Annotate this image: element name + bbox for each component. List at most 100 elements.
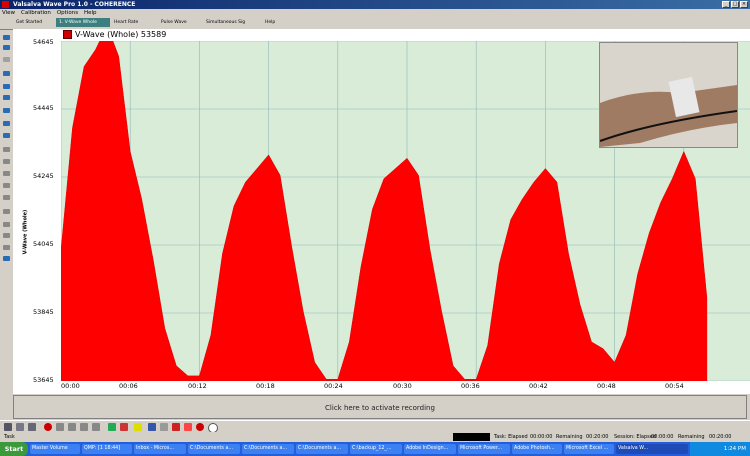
channel-color-icon[interactable]: [63, 30, 72, 39]
tool-icon-5[interactable]: [3, 84, 10, 89]
tool-icon-19[interactable]: [3, 256, 10, 261]
speaker-icon[interactable]: [3, 195, 10, 200]
activate-recording-button[interactable]: Click here to activate recording: [13, 395, 747, 419]
x-tick-label: 00:48: [597, 382, 616, 390]
stop-icon[interactable]: [80, 423, 88, 431]
session-elapsed-label: Session: Elapsed: [614, 434, 656, 440]
menu-options[interactable]: Options: [55, 9, 80, 17]
menu-view[interactable]: View: [0, 9, 17, 17]
x-tick-label: 00:06: [119, 382, 138, 390]
open-icon[interactable]: [16, 423, 24, 431]
tool-icon-15[interactable]: [3, 209, 10, 214]
close-button[interactable]: ×: [740, 1, 748, 8]
start-button[interactable]: Start: [0, 442, 28, 456]
save-icon[interactable]: [4, 423, 12, 431]
finger-sensor-photo: [599, 42, 738, 148]
tab-help[interactable]: Help: [262, 18, 278, 27]
rewind-icon[interactable]: [56, 423, 64, 431]
tool-icon-17[interactable]: [3, 233, 10, 238]
task-elapsed-value: 00:00:00: [530, 434, 553, 440]
menu-bar: View Calibration Options Help: [0, 9, 750, 17]
taskbar-item[interactable]: Microsoft Excel ...: [564, 444, 614, 454]
task-elapsed-label: Task: Elapsed: [494, 434, 528, 440]
session-remaining-label: Remaining: [678, 434, 705, 440]
x-tick-label: 00:30: [393, 382, 412, 390]
tool-icon-f[interactable]: [184, 423, 192, 431]
tool-icon-c[interactable]: [148, 423, 156, 431]
y-tick-label: 54245: [33, 172, 54, 180]
app-icon: [2, 1, 9, 8]
help-icon[interactable]: [134, 423, 142, 431]
left-toolbar: [0, 29, 13, 269]
chart-title: V-Wave (Whole) 53589: [63, 30, 166, 40]
status-task: Task: [4, 434, 15, 440]
chart-panel: V-Wave (Whole) 53589 V-Wave (Whole) 5464…: [13, 29, 750, 394]
taskbar-item-active[interactable]: Valsalva W...: [616, 444, 688, 454]
play-icon[interactable]: [68, 423, 76, 431]
menu-help[interactable]: Help: [82, 9, 99, 17]
progress-box: [453, 433, 490, 441]
tool-icon-b[interactable]: [120, 423, 128, 431]
x-tick-label: 00:24: [324, 382, 343, 390]
record-icon[interactable]: [44, 423, 52, 431]
tool-icon-a[interactable]: [108, 423, 116, 431]
taskbar-item[interactable]: Inbox - Micros...: [134, 444, 186, 454]
taskbar-item[interactable]: C:\Documents a...: [296, 444, 348, 454]
tool-icon-d[interactable]: [160, 423, 168, 431]
tray-clock: 1:24 PM: [723, 446, 746, 452]
tab-get-started[interactable]: Get Started: [13, 18, 45, 27]
tool-icon-8[interactable]: [3, 121, 10, 126]
forward-icon[interactable]: [92, 423, 100, 431]
tool-icon-e[interactable]: [172, 423, 180, 431]
taskbar-item[interactable]: Adobe InDesign...: [404, 444, 456, 454]
taskbar: Start Master Volume QMP: [1 18:44] Inbox…: [0, 442, 750, 456]
system-tray: 1:24 PM: [690, 442, 750, 456]
tool-icon-16[interactable]: [3, 222, 10, 227]
x-tick-label: 00:36: [461, 382, 480, 390]
minimize-button[interactable]: _: [722, 1, 730, 8]
maximize-button[interactable]: □: [731, 1, 739, 8]
y-tick-label: 54045: [33, 240, 54, 248]
task-remaining-label: Remaining: [556, 434, 583, 440]
title-bar: Valsalva Wave Pro 1.0 - COHERENCE _ □ ×: [0, 0, 750, 9]
tool-icon-9[interactable]: [3, 133, 10, 138]
tool-icon-3[interactable]: [3, 57, 10, 62]
tab-simultaneous-sig[interactable]: Simultaneous Sig: [203, 18, 248, 27]
y-tick-label: 53645: [33, 376, 54, 384]
session-remaining-value: 00:20:00: [709, 434, 732, 440]
tool-icon-6[interactable]: [3, 95, 10, 100]
taskbar-item[interactable]: C:\Documents a...: [188, 444, 240, 454]
taskbar-item[interactable]: Adobe Photosh...: [512, 444, 562, 454]
taskbar-item[interactable]: Master Volume: [30, 444, 80, 454]
taskbar-item[interactable]: C:\Documents a...: [242, 444, 294, 454]
x-tick-label: 00:54: [665, 382, 684, 390]
window-title: Valsalva Wave Pro 1.0 - COHERENCE: [13, 1, 136, 8]
status-bar: Task Task: Elapsed 00:00:00 Remaining 00…: [0, 432, 750, 442]
tool-icon-13[interactable]: [3, 183, 10, 188]
tool-icon-7[interactable]: [3, 108, 10, 113]
grid-icon[interactable]: [3, 245, 10, 250]
x-tick-label: 00:18: [256, 382, 275, 390]
tool-icon-10[interactable]: [3, 147, 10, 152]
menu-calibration[interactable]: Calibration: [19, 9, 53, 17]
y-tick-label: 54645: [33, 38, 54, 46]
y-tick-label: 54445: [33, 104, 54, 112]
print-icon[interactable]: [28, 423, 36, 431]
y-axis-label: V-Wave (Whole): [22, 209, 29, 255]
taskbar-item[interactable]: Microsoft Power...: [458, 444, 510, 454]
tab-pulse-wave[interactable]: Pulse Wave: [158, 18, 190, 27]
taskbar-item[interactable]: QMP: [1 18:44]: [82, 444, 132, 454]
tab-v-wave-whole[interactable]: 1. V-Wave Whole: [56, 18, 110, 27]
tool-icon-2[interactable]: [3, 45, 10, 50]
alarm-icon[interactable]: [196, 423, 204, 431]
tool-icon-12[interactable]: [3, 171, 10, 176]
tool-icon-1[interactable]: [3, 35, 10, 40]
taskbar-item[interactable]: C:\backup_12_...: [350, 444, 402, 454]
tab-heart-rate[interactable]: Heart Rate: [111, 18, 141, 27]
task-remaining-value: 00:20:00: [586, 434, 609, 440]
x-tick-label: 00:00: [61, 382, 80, 390]
tool-icon-4[interactable]: [3, 71, 10, 76]
session-elapsed-value: 00:00:00: [651, 434, 674, 440]
tool-icon-11[interactable]: [3, 159, 10, 164]
x-tick-label: 00:12: [188, 382, 207, 390]
